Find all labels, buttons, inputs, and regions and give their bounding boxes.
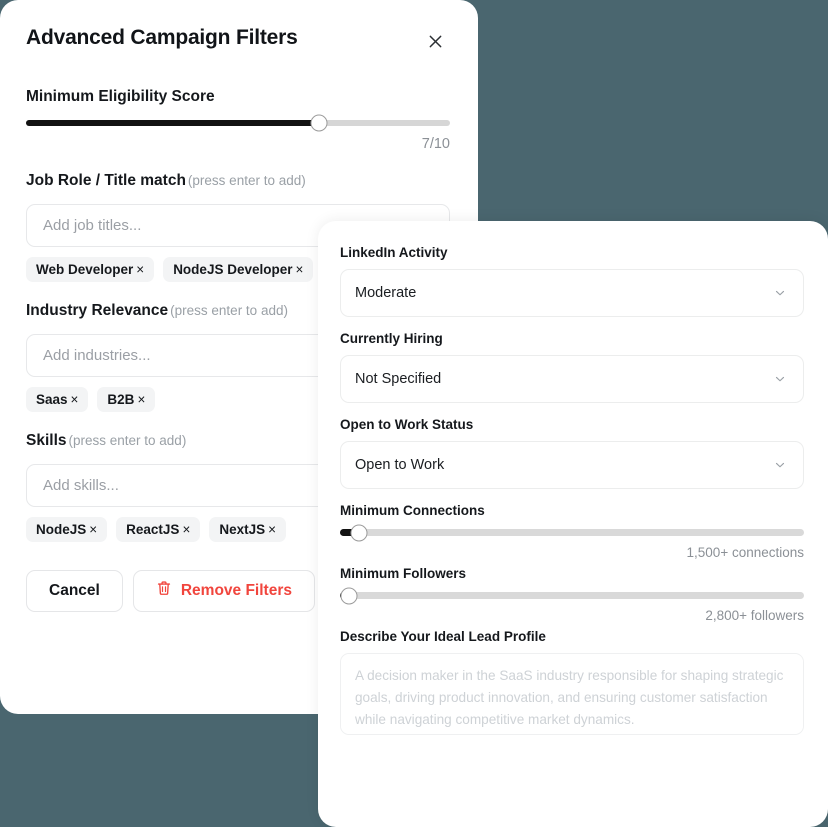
ideal-lead-profile-label: Describe Your Ideal Lead Profile [340, 629, 546, 644]
trash-icon [156, 580, 172, 602]
open-to-work-select[interactable]: Open to Work [340, 441, 804, 489]
job-role-label: Job Role / Title match (press enter to ad… [26, 172, 450, 190]
chip-remove-icon[interactable]: × [182, 522, 190, 537]
industry-relevance-hint: (press enter to add) [170, 303, 288, 318]
chip-remove-icon[interactable]: × [295, 262, 303, 277]
chip[interactable]: Saas × [26, 387, 89, 412]
chevron-down-icon [773, 286, 787, 300]
chip[interactable]: ReactJS × [116, 517, 201, 542]
chip-label: Saas [36, 392, 68, 407]
chip[interactable]: NextJS × [209, 517, 287, 542]
chip-remove-icon[interactable]: × [89, 522, 97, 537]
chip-remove-icon[interactable]: × [268, 522, 276, 537]
open-to-work-label: Open to Work Status [340, 417, 474, 432]
minimum-connections-value: 1,500+ connections [686, 545, 804, 560]
chip-label: B2B [107, 392, 135, 407]
chip-label: NodeJS [36, 522, 87, 537]
slider-fill [26, 120, 319, 126]
slider-thumb[interactable] [310, 114, 328, 132]
job-role-hint: (press enter to add) [187, 173, 306, 188]
chevron-down-icon [773, 372, 787, 386]
page-title: Advanced Campaign Filters [26, 26, 298, 49]
minimum-followers-group: Minimum Followers 2,800+ followers [340, 566, 804, 623]
job-role-label-text: Job Role / Title match [26, 172, 186, 189]
slider-thumb[interactable] [350, 524, 368, 541]
linkedin-activity-label: LinkedIn Activity [340, 245, 448, 260]
minimum-eligibility-score-label: Minimum Eligibility Score [26, 88, 215, 105]
currently-hiring-value: Not Specified [355, 371, 442, 387]
minimum-eligibility-score-slider[interactable]: 7/10 [26, 114, 450, 152]
dialog-header: Advanced Campaign Filters [26, 26, 450, 54]
currently-hiring-label: Currently Hiring [340, 331, 443, 346]
skills-hint: (press enter to add) [68, 433, 187, 448]
minimum-connections-label: Minimum Connections [340, 503, 485, 518]
chip[interactable]: B2B × [97, 387, 156, 412]
industry-relevance-label-text: Industry Relevance [26, 302, 169, 319]
chip-label: Web Developer [36, 262, 134, 277]
minimum-eligibility-score-value: 7/10 [421, 136, 450, 152]
currently-hiring-select[interactable]: Not Specified [340, 355, 804, 403]
remove-filters-label: Remove Filters [180, 582, 292, 599]
linkedin-activity-group: LinkedIn Activity Moderate [340, 245, 804, 317]
ideal-lead-profile-group: Describe Your Ideal Lead Profile [340, 629, 804, 740]
chip-label: NextJS [219, 522, 266, 537]
currently-hiring-group: Currently Hiring Not Specified [340, 331, 804, 403]
chip[interactable]: NodeJS Developer × [163, 257, 314, 282]
minimum-connections-slider[interactable] [340, 524, 804, 541]
chip-remove-icon[interactable]: × [137, 392, 145, 407]
chip-label: NodeJS Developer [173, 262, 293, 277]
remove-filters-button[interactable]: Remove Filters [132, 570, 315, 612]
chip-label: ReactJS [126, 522, 180, 537]
chevron-down-icon [773, 458, 787, 472]
cancel-button[interactable]: Cancel [26, 570, 123, 612]
minimum-connections-group: Minimum Connections 1,500+ connections [340, 503, 804, 560]
slider-track[interactable] [26, 114, 450, 132]
chip[interactable]: Web Developer × [26, 257, 155, 282]
linkedin-criteria-panel: LinkedIn Activity Moderate Currently Hir… [318, 221, 828, 827]
ideal-lead-profile-textarea[interactable] [340, 653, 804, 735]
minimum-followers-label: Minimum Followers [340, 566, 467, 581]
chip-remove-icon[interactable]: × [136, 262, 144, 277]
minimum-followers-value: 2,800+ followers [705, 608, 804, 623]
skills-label-text: Skills [26, 432, 67, 449]
open-to-work-value: Open to Work [355, 457, 445, 473]
close-icon[interactable] [422, 28, 448, 54]
minimum-eligibility-score-group: Minimum Eligibility Score 7/10 [26, 88, 450, 152]
chip[interactable]: NodeJS × [26, 517, 108, 542]
linkedin-activity-select[interactable]: Moderate [340, 269, 804, 317]
linkedin-activity-value: Moderate [355, 285, 417, 301]
open-to-work-group: Open to Work Status Open to Work [340, 417, 804, 489]
chip-remove-icon[interactable]: × [71, 392, 79, 407]
slider-thumb[interactable] [340, 587, 358, 604]
minimum-followers-slider[interactable] [340, 587, 804, 604]
